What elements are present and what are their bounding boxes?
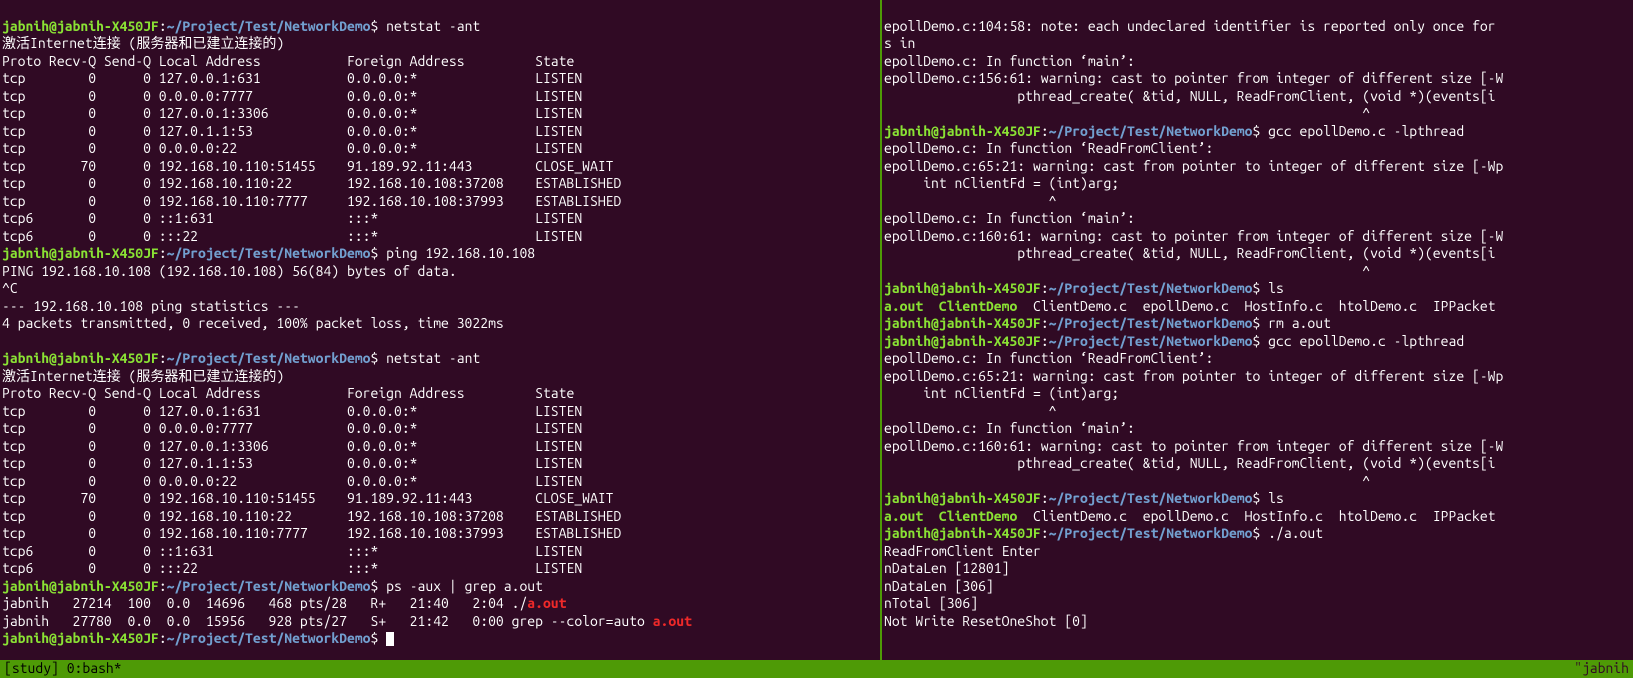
table-row: tcp 70 0 192.168.10.110:51455 91.189.92.… xyxy=(2,158,614,174)
output-line: epollDemo.c: In function ‘main’: xyxy=(884,53,1135,69)
table-row: tcp 0 0 127.0.0.1:631 0.0.0.0:* LISTEN xyxy=(2,70,582,86)
output-line: epollDemo.c: In function ‘ReadFromClient… xyxy=(884,140,1213,156)
output-line: int nClientFd = (int)arg; xyxy=(884,385,1119,401)
output-line: pthread_create( &tid, NULL, ReadFromClie… xyxy=(884,245,1496,261)
cmd-text: ./a.out xyxy=(1260,525,1323,541)
output-line: pthread_create( &tid, NULL, ReadFromClie… xyxy=(884,88,1496,104)
prompt-line: jabnih@jabnih-X450JF:~/Project/Test/Netw… xyxy=(2,578,543,594)
prompt-line: jabnih@jabnih-X450JF:~/Project/Test/Netw… xyxy=(884,525,1323,541)
output-line: a.out ClientDemo ClientDemo.c epollDemo.… xyxy=(884,298,1496,314)
prompt-line: jabnih@jabnih-X450JF:~/Project/Test/Netw… xyxy=(2,350,480,366)
output-line: epollDemo.c:156:61: warning: cast to poi… xyxy=(884,70,1503,86)
table-row: tcp 0 0 0.0.0.0:22 0.0.0.0:* LISTEN xyxy=(2,473,582,489)
status-left: [study] 0:bash* xyxy=(4,660,122,678)
prompt-line: jabnih@jabnih-X450JF:~/Project/Test/Netw… xyxy=(2,245,535,261)
table-row: tcp 0 0 127.0.0.1:631 0.0.0.0:* LISTEN xyxy=(2,403,582,419)
table-row: tcp 0 0 0.0.0.0:7777 0.0.0.0:* LISTEN xyxy=(2,420,582,436)
tmux-status-bar[interactable]: [study] 0:bash* "jabnih xyxy=(0,660,1633,678)
table-row: tcp 0 0 127.0.0.1:3306 0.0.0.0:* LISTEN xyxy=(2,105,582,121)
table-row: tcp 0 0 192.168.10.110:7777 192.168.10.1… xyxy=(2,525,621,541)
output-line: nDataLen [12801] xyxy=(884,560,1009,576)
output-line: pthread_create( &tid, NULL, ReadFromClie… xyxy=(884,455,1496,471)
output-line: Not Write ResetOneShot [0] xyxy=(884,613,1088,629)
output-line: 4 packets transmitted, 0 received, 100% … xyxy=(2,315,504,331)
prompt-line: jabnih@jabnih-X450JF:~/Project/Test/Netw… xyxy=(2,18,480,34)
prompt-path: ~/Project/Test/NetworkDemo xyxy=(167,18,371,34)
output-line: jabnih 27780 0.0 0.0 15956 928 pts/27 S+… xyxy=(2,613,692,629)
output-line: s in xyxy=(884,35,915,51)
output-line: a.out ClientDemo ClientDemo.c epollDemo.… xyxy=(884,508,1496,524)
output-line: 激活Internet连接 (服务器和已建立连接的) xyxy=(2,368,284,384)
output-line: epollDemo.c:65:21: warning: cast from po… xyxy=(884,158,1503,174)
output-line: PING 192.168.10.108 (192.168.10.108) 56(… xyxy=(2,263,457,279)
output-line: ^ xyxy=(884,403,1056,419)
output-line: epollDemo.c: In function ‘ReadFromClient… xyxy=(884,350,1213,366)
prompt-line: jabnih@jabnih-X450JF:~/Project/Test/Netw… xyxy=(884,280,1284,296)
table-row: tcp 0 0 0.0.0.0:7777 0.0.0.0:* LISTEN xyxy=(2,88,582,104)
executable-file: a.out xyxy=(884,508,923,524)
executable-file: ClientDemo xyxy=(939,508,1017,524)
output-line: epollDemo.c:160:61: warning: cast to poi… xyxy=(884,438,1503,454)
table-row: tcp6 0 0 :::22 :::* LISTEN xyxy=(2,560,582,576)
prompt-line: jabnih@jabnih-X450JF:~/Project/Test/Netw… xyxy=(884,490,1284,506)
cmd-text: gcc epollDemo.c -lpthread xyxy=(1260,123,1464,139)
output-line: epollDemo.c:160:61: warning: cast to poi… xyxy=(884,228,1503,244)
cmd-text: gcc epollDemo.c -lpthread xyxy=(1260,333,1464,349)
output-line: ^ xyxy=(884,105,1370,121)
output-line: ^ xyxy=(884,473,1370,489)
table-row: tcp 0 0 192.168.10.110:7777 192.168.10.1… xyxy=(2,193,621,209)
terminal-right-pane[interactable]: epollDemo.c:104:58: note: each undeclare… xyxy=(882,0,1633,660)
output-line: 激活Internet连接 (服务器和已建立连接的) xyxy=(2,35,284,51)
terminal-left-pane[interactable]: jabnih@jabnih-X450JF:~/Project/Test/Netw… xyxy=(0,0,882,660)
cmd-text: ps -aux | grep a.out xyxy=(378,578,543,594)
match-highlight: a.out xyxy=(653,613,692,629)
cmd-text: netstat -ant xyxy=(378,350,480,366)
output-line: ^ xyxy=(884,193,1056,209)
prompt-line: jabnih@jabnih-X450JF:~/Project/Test/Netw… xyxy=(884,315,1331,331)
prompt-line: jabnih@jabnih-X450JF:~/Project/Test/Netw… xyxy=(2,630,394,646)
status-right: "jabnih xyxy=(1574,660,1629,678)
prompt-line: jabnih@jabnih-X450JF:~/Project/Test/Netw… xyxy=(884,123,1464,139)
output-line: int nClientFd = (int)arg; xyxy=(884,175,1119,191)
table-row: tcp 0 0 192.168.10.110:22 192.168.10.108… xyxy=(2,175,621,191)
cmd-text: ls xyxy=(1260,490,1284,506)
cursor-icon xyxy=(386,632,394,646)
output-line: epollDemo.c: In function ‘main’: xyxy=(884,420,1135,436)
output-line: epollDemo.c: In function ‘main’: xyxy=(884,210,1135,226)
table-header: Proto Recv-Q Send-Q Local Address Foreig… xyxy=(2,53,574,69)
table-row: tcp6 0 0 ::1:631 :::* LISTEN xyxy=(2,210,582,226)
table-row: tcp6 0 0 ::1:631 :::* LISTEN xyxy=(2,543,582,559)
tmux-panes: jabnih@jabnih-X450JF:~/Project/Test/Netw… xyxy=(0,0,1633,660)
table-row: tcp 0 0 127.0.1.1:53 0.0.0.0:* LISTEN xyxy=(2,123,582,139)
table-row: tcp 0 0 0.0.0.0:22 0.0.0.0:* LISTEN xyxy=(2,140,582,156)
table-row: tcp 0 0 192.168.10.110:22 192.168.10.108… xyxy=(2,508,621,524)
prompt-userhost: jabnih@jabnih-X450JF xyxy=(2,18,159,34)
prompt-line: jabnih@jabnih-X450JF:~/Project/Test/Netw… xyxy=(884,333,1464,349)
table-row: tcp 0 0 127.0.0.1:3306 0.0.0.0:* LISTEN xyxy=(2,438,582,454)
cmd-text: netstat -ant xyxy=(378,18,480,34)
output-line: --- 192.168.10.108 ping statistics --- xyxy=(2,298,300,314)
cmd-text: ls xyxy=(1260,280,1284,296)
table-header: Proto Recv-Q Send-Q Local Address Foreig… xyxy=(2,385,574,401)
match-highlight: a.out xyxy=(527,595,566,611)
output-line: epollDemo.c:104:58: note: each undeclare… xyxy=(884,18,1496,34)
table-row: tcp 70 0 192.168.10.110:51455 91.189.92.… xyxy=(2,490,614,506)
table-row: tcp6 0 0 :::22 :::* LISTEN xyxy=(2,228,582,244)
executable-file: ClientDemo xyxy=(939,298,1017,314)
output-line: ^ xyxy=(884,263,1370,279)
executable-file: a.out xyxy=(884,298,923,314)
output-line: nDataLen [306] xyxy=(884,578,994,594)
output-line: jabnih 27214 100 0.0 14696 468 pts/28 R+… xyxy=(2,595,566,611)
table-row: tcp 0 0 127.0.1.1:53 0.0.0.0:* LISTEN xyxy=(2,455,582,471)
output-line: epollDemo.c:65:21: warning: cast from po… xyxy=(884,368,1503,384)
output-line: ReadFromClient Enter xyxy=(884,543,1041,559)
output-line: nTotal [306] xyxy=(884,595,978,611)
cmd-text: rm a.out xyxy=(1260,315,1331,331)
output-line: ^C xyxy=(2,280,18,296)
cmd-text: ping 192.168.10.108 xyxy=(378,245,535,261)
